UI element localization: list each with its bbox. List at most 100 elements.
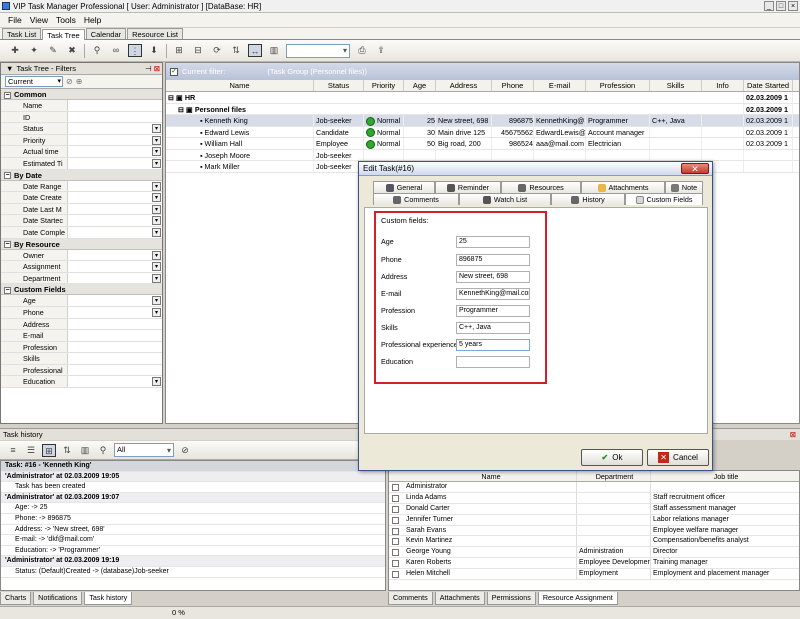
collapse-icon[interactable]: − — [4, 286, 11, 294]
resource-checkbox[interactable] — [392, 494, 399, 502]
filter-property-value[interactable]: ▾ — [68, 192, 162, 203]
history-sort-icon[interactable]: ⇅ — [60, 444, 74, 457]
dropdown-arrow-icon[interactable]: ▾ — [152, 147, 161, 157]
grid-column-header[interactable]: Status — [314, 80, 364, 91]
close-panel-icon[interactable]: ⊠ — [154, 64, 160, 73]
details-icon[interactable]: ☰ — [24, 444, 38, 457]
collapse-icon[interactable]: − — [4, 172, 11, 180]
resource-row[interactable]: Jennifer Turner Labor relations manager — [389, 514, 799, 526]
dropdown-arrow-icon[interactable]: ▾ — [152, 262, 161, 272]
task-row[interactable]: ▪ William Hall Employee Normal 50 Big road, … — [166, 138, 799, 150]
dropdown-arrow-icon[interactable]: ▾ — [152, 216, 161, 226]
filter-property-value[interactable] — [68, 342, 162, 353]
dropdown-arrow-icon[interactable]: ▾ — [152, 273, 161, 283]
history-range-combo[interactable]: All — [114, 443, 174, 457]
custom-field-input[interactable]: 25 — [456, 236, 530, 248]
custom-field-input[interactable]: 896875 — [456, 254, 530, 266]
filter-property-value[interactable]: ▾ — [68, 227, 162, 238]
filter-property-value[interactable] — [68, 330, 162, 341]
resource-checkbox[interactable] — [392, 527, 399, 535]
tab-task-list[interactable]: Task List — [2, 28, 42, 39]
dialog-tab-history[interactable]: History — [551, 193, 625, 205]
resource-checkbox[interactable] — [392, 505, 399, 513]
dropdown-arrow-icon[interactable]: ▾ — [152, 227, 161, 237]
task-row[interactable]: ▪ Joseph Moore Job-seeker — [166, 149, 799, 161]
dropdown-arrow-icon[interactable]: ▾ — [152, 377, 161, 387]
delete-task-icon[interactable]: ✖ — [65, 44, 79, 57]
grid-column-header[interactable]: Date Started — [744, 80, 793, 91]
expand-icon[interactable]: ⊞ — [172, 44, 186, 57]
tab-resource-assignment[interactable]: Resource Assignment — [537, 592, 618, 605]
history-tree-icon[interactable]: ⊞ — [42, 443, 56, 457]
tab-resource-list[interactable]: Resource List — [127, 28, 183, 39]
menu-tools[interactable]: Tools — [56, 15, 76, 25]
fit-width-icon[interactable]: ↔ — [248, 44, 262, 57]
dropdown-arrow-icon[interactable]: ▾ — [152, 124, 161, 134]
save-filter-icon[interactable]: ⊕ — [76, 77, 83, 86]
tab-comments[interactable]: Comments — [388, 592, 433, 605]
columns-icon[interactable]: ▥ — [267, 44, 281, 57]
cancel-button[interactable]: ✕ Cancel — [647, 449, 709, 466]
dropdown-arrow-icon[interactable]: ▾ — [152, 158, 161, 168]
resource-row[interactable]: Sarah Evans Employee welfare manager — [389, 525, 799, 537]
view-combo[interactable]: Current — [5, 76, 63, 87]
resource-row[interactable]: Linda Adams Staff recruitment officer — [389, 492, 799, 504]
tab-attachments[interactable]: Attachments — [434, 592, 485, 605]
filter-category[interactable]: − By Date — [1, 169, 162, 181]
filter-property-value[interactable]: ▾ — [68, 204, 162, 215]
tab-task-tree[interactable]: Task Tree — [42, 29, 85, 40]
dialog-tab-note[interactable]: Note — [665, 181, 703, 193]
resource-checkbox[interactable] — [392, 516, 399, 524]
tree-group-row[interactable]: ⊟ ▣ Personnel files 02.03.2009 1 — [166, 103, 799, 115]
dropdown-arrow-icon[interactable]: ▾ — [152, 181, 161, 191]
filter-category[interactable]: − Common — [1, 89, 162, 100]
custom-field-input[interactable]: Programmer — [456, 305, 530, 317]
dropdown-arrow-icon[interactable]: ▾ — [152, 193, 161, 203]
tree-view-icon[interactable]: ⋮ — [128, 44, 142, 57]
filter-checkbox[interactable]: ✓ — [170, 67, 178, 76]
filter-property-value[interactable]: ▾ — [68, 250, 162, 261]
grid-column-header[interactable]: Phone — [492, 80, 534, 91]
minimize-button[interactable]: _ — [764, 1, 774, 11]
sort-icon[interactable]: ⇅ — [229, 44, 243, 57]
resource-checkbox[interactable] — [392, 549, 399, 557]
dialog-tab-general[interactable]: General — [373, 181, 435, 193]
dropdown-arrow-icon[interactable]: ▾ — [152, 250, 161, 260]
filter-property-value[interactable]: ▾ — [68, 273, 162, 284]
filter-property-value[interactable]: ▾ — [68, 307, 162, 318]
dialog-close-button[interactable]: ✕ — [681, 163, 709, 174]
tab-notifications[interactable]: Notifications — [33, 592, 83, 605]
refresh-icon[interactable]: ⟳ — [210, 44, 224, 57]
filter-property-value[interactable]: ▾ — [68, 123, 162, 134]
tab-task-history[interactable]: Task history — [84, 592, 133, 605]
filter-property-value[interactable]: ▾ — [68, 135, 162, 146]
close-window-button[interactable]: × — [788, 1, 798, 11]
grid-column-header[interactable]: Info — [702, 80, 744, 91]
resource-checkbox[interactable] — [392, 538, 399, 546]
filter-property-value[interactable]: ▾ — [68, 215, 162, 226]
search-combo[interactable] — [286, 43, 350, 58]
filter-property-value[interactable] — [68, 112, 162, 123]
resource-row[interactable]: Karen Roberts Employee Development Trainin… — [389, 558, 799, 570]
custom-field-input[interactable] — [456, 356, 530, 368]
filter-icon[interactable]: ⚲ — [90, 44, 104, 57]
new-task-icon[interactable]: ✚ — [8, 44, 22, 57]
menu-view[interactable]: View — [30, 15, 48, 25]
tree-group-row[interactable]: ⊟ ▣ HR 02.03.2009 1 — [166, 92, 799, 104]
export-icon[interactable]: ⇪ — [374, 44, 388, 57]
grid-column-header[interactable]: Priority — [364, 80, 404, 91]
filter-property-value[interactable]: ▾ — [68, 261, 162, 272]
grid-column-header[interactable]: Name — [166, 80, 314, 91]
grid-column-header[interactable]: Skills — [650, 80, 702, 91]
filter-property-value[interactable]: ▾ — [68, 376, 162, 387]
filter-property-value[interactable]: ▾ — [68, 295, 162, 306]
resource-row[interactable]: Administrator — [389, 482, 799, 493]
menu-help[interactable]: Help — [84, 15, 101, 25]
grid-column-header[interactable]: E-mail — [534, 80, 586, 91]
filter-property-value[interactable]: ▾ — [68, 146, 162, 157]
filter-category[interactable]: − Custom Fields — [1, 284, 162, 296]
resource-row[interactable]: Kevin Martinez Compensation/benefits anal… — [389, 536, 799, 548]
dropdown-arrow-icon[interactable]: ▾ — [152, 296, 161, 306]
grid-column-header[interactable]: Address — [436, 80, 492, 91]
history-clear-icon[interactable]: ⊘ — [178, 444, 192, 457]
